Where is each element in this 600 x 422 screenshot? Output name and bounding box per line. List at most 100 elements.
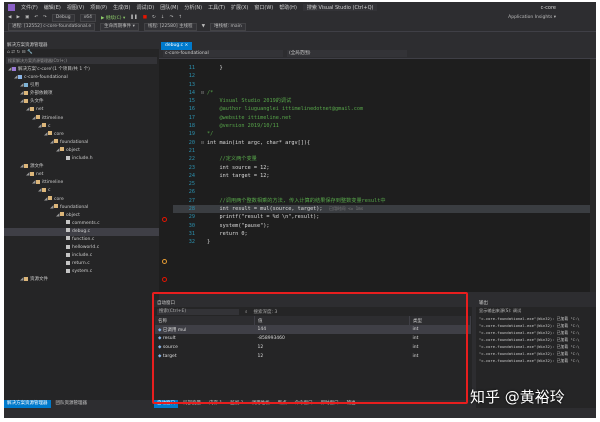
code-line[interactable]: 30 system("pause"); xyxy=(173,222,596,230)
step-over-icon[interactable]: ↷ xyxy=(170,15,174,20)
code-line[interactable]: 27 //调用两个整数相乘的方法, 传入计算的结果保存到整数变量result中 xyxy=(173,197,596,205)
current-statement-arrow-icon[interactable] xyxy=(162,259,167,264)
tree-item[interactable]: ◢ core xyxy=(4,196,159,204)
menu-item-project[interactable]: 项目(P) xyxy=(90,4,107,11)
menu-item-tools[interactable]: 工具(T) xyxy=(208,4,225,11)
restart-icon[interactable]: ↻ xyxy=(152,15,156,20)
sync-icon[interactable]: ⇄ xyxy=(11,50,15,55)
search-box[interactable]: 搜索 Visual Studio (Ctrl+Q) xyxy=(302,4,378,11)
menu-item-view[interactable]: 视图(V) xyxy=(67,4,84,11)
collapse-icon[interactable]: ⊟ xyxy=(22,50,26,55)
code-line[interactable]: 18 @version 2019/10/11 xyxy=(173,122,596,130)
breakpoint-icon[interactable] xyxy=(162,277,167,282)
code-line[interactable]: 23 int source = 12; xyxy=(173,164,596,172)
code-line[interactable]: 13 xyxy=(173,81,596,89)
tree-item[interactable]: include.h xyxy=(4,155,159,163)
tree-item[interactable]: ◢ 引用 xyxy=(4,82,159,90)
tree-item[interactable]: ◢ 资源文件 xyxy=(4,276,159,284)
tree-item[interactable]: include.c xyxy=(4,252,159,260)
editor-scrollbar[interactable] xyxy=(590,59,596,292)
tab-team-explorer[interactable]: 团队资源管理器 xyxy=(53,400,91,408)
stop-icon[interactable]: ■ xyxy=(143,15,147,20)
tree-item[interactable]: ◢ 源文件 xyxy=(4,163,159,171)
pause-icon[interactable]: ❚❚ xyxy=(130,15,138,20)
refresh-icon[interactable]: ↻ xyxy=(17,50,21,55)
code-line[interactable]: 20 ⊟ int main(int argc, char* argv[]){ xyxy=(173,139,596,147)
code-area[interactable]: 11 } 12 13 14 ⊟/* 15 Visual Studio 2019的调试 16 … xyxy=(173,64,596,247)
tree-item[interactable]: ◢ 外部依赖项 xyxy=(4,90,159,98)
code-line[interactable]: 15 Visual Studio 2019的调试 xyxy=(173,97,596,105)
redo-icon[interactable]: ↷ xyxy=(43,15,47,20)
tree-item[interactable]: ◢ net xyxy=(4,106,159,114)
tab-solution-explorer[interactable]: 解决方案资源管理器 xyxy=(4,400,51,408)
menu-item-file[interactable]: 文件(F) xyxy=(21,4,38,11)
filter-icon[interactable]: ▼ xyxy=(202,24,205,29)
home-icon[interactable]: ⌂ xyxy=(7,50,10,55)
menu-item-window[interactable]: 窗口(W) xyxy=(254,4,273,11)
tree-item[interactable]: ◢ ittimeline xyxy=(4,179,159,187)
tree-item[interactable]: ◢ core xyxy=(4,131,159,139)
output-source-select[interactable]: 显示输出来源(S): 调试 xyxy=(476,307,596,315)
code-line[interactable]: 19 */ xyxy=(173,130,596,138)
close-icon[interactable]: × xyxy=(185,43,189,48)
code-line[interactable]: 11 } xyxy=(173,64,596,72)
tree-item[interactable]: ◢ net xyxy=(4,171,159,179)
undo-icon[interactable]: ↶ xyxy=(34,15,38,20)
menu-item-build[interactable]: 生成(B) xyxy=(113,4,130,11)
tree-item[interactable]: ◢ c xyxy=(4,123,159,131)
code-line[interactable]: 16 @author liuguanglei ittimelinedotnet@… xyxy=(173,105,596,113)
configuration-select[interactable]: Debug xyxy=(51,13,75,22)
code-line[interactable]: 21 xyxy=(173,147,596,155)
tree-item[interactable]: ◢ foundational xyxy=(4,204,159,212)
code-line[interactable]: 24 int target = 12; xyxy=(173,172,596,180)
tree-item[interactable]: debug.c xyxy=(4,227,159,236)
code-line[interactable]: 25 xyxy=(173,180,596,188)
tree-item[interactable]: ◢ object xyxy=(4,212,159,220)
menu-item-extensions[interactable]: 扩展(X) xyxy=(231,4,248,11)
forward-icon[interactable]: ▶ xyxy=(16,15,19,20)
code-line[interactable]: 12 xyxy=(173,72,596,80)
menu-item-debug[interactable]: 调试(D) xyxy=(136,4,154,11)
tree-item[interactable]: function.c xyxy=(4,236,159,244)
tree-item[interactable]: return.c xyxy=(4,260,159,268)
lifecycle-events-select[interactable]: 生命周期事件 ▾ xyxy=(100,22,139,31)
solution-search-input[interactable]: 搜索解决方案资源管理器(Ctrl+;) xyxy=(6,57,157,64)
menu-item-help[interactable]: 帮助(H) xyxy=(279,4,297,11)
save-icon[interactable]: ▣ xyxy=(25,15,29,20)
code-line[interactable]: 32} xyxy=(173,238,596,246)
code-line[interactable]: 28 int result = mul(source, target); 已用时… xyxy=(173,205,596,214)
platform-select[interactable]: x64 xyxy=(79,13,96,22)
properties-icon[interactable]: 🔧 xyxy=(27,50,33,55)
menu-item-team[interactable]: 团队(M) xyxy=(160,4,178,11)
application-insights-button[interactable]: Application Insights ▾ xyxy=(508,15,556,20)
tab-debug-c[interactable]: debug.c × xyxy=(161,42,193,50)
menu-item-analyze[interactable]: 分析(N) xyxy=(184,4,202,11)
code-line[interactable]: 31 return 0; xyxy=(173,230,596,238)
back-icon[interactable]: ◀ xyxy=(8,15,11,20)
process-select[interactable]: 进程: [12552] c-core-foundational.e xyxy=(8,22,96,31)
tree-item[interactable]: ◢ foundational xyxy=(4,139,159,147)
code-line[interactable]: 29 printf("result = %d \n",result); xyxy=(173,213,596,221)
project-dropdown[interactable]: c-core-foundational xyxy=(163,50,283,57)
tree-item[interactable]: ◢ 解决方案'c-core'(1 个项目/共 1 个) xyxy=(4,66,159,74)
continue-button[interactable]: ▶ 继续(C) ▾ xyxy=(101,15,125,21)
output-text[interactable]: "c-core-foundational.exe"(Win32): 已加载 "C… xyxy=(476,315,596,364)
tree-item[interactable]: ◢ c xyxy=(4,187,159,195)
tree-item[interactable]: ◢ 头文件 xyxy=(4,98,159,106)
tree-item[interactable]: ◢ object xyxy=(4,147,159,155)
scope-dropdown[interactable]: (全局范围) xyxy=(287,50,407,57)
tree-item[interactable]: ◢ c-core-foundational xyxy=(4,74,159,82)
stack-frame-select[interactable]: 堆栈帧: main xyxy=(210,22,246,31)
tree-item[interactable]: helloworld.c xyxy=(4,244,159,252)
breakpoint-gutter[interactable] xyxy=(159,59,173,292)
code-line[interactable]: 22 //定义两个变量 xyxy=(173,155,596,163)
tree-item[interactable]: system.c xyxy=(4,268,159,276)
breakpoint-icon[interactable] xyxy=(162,217,167,222)
thread-select[interactable]: 线程: [22580] 主线程 xyxy=(143,22,197,31)
tree-item[interactable]: ◢ ittimeline xyxy=(4,115,159,123)
step-into-icon[interactable]: ↓ xyxy=(161,15,165,20)
tree-item[interactable]: comments.c xyxy=(4,220,159,228)
code-line[interactable]: 17 @website ittimeline.net xyxy=(173,114,596,122)
code-line[interactable]: 14 ⊟/* xyxy=(173,89,596,97)
step-out-icon[interactable]: ↑ xyxy=(178,15,182,20)
